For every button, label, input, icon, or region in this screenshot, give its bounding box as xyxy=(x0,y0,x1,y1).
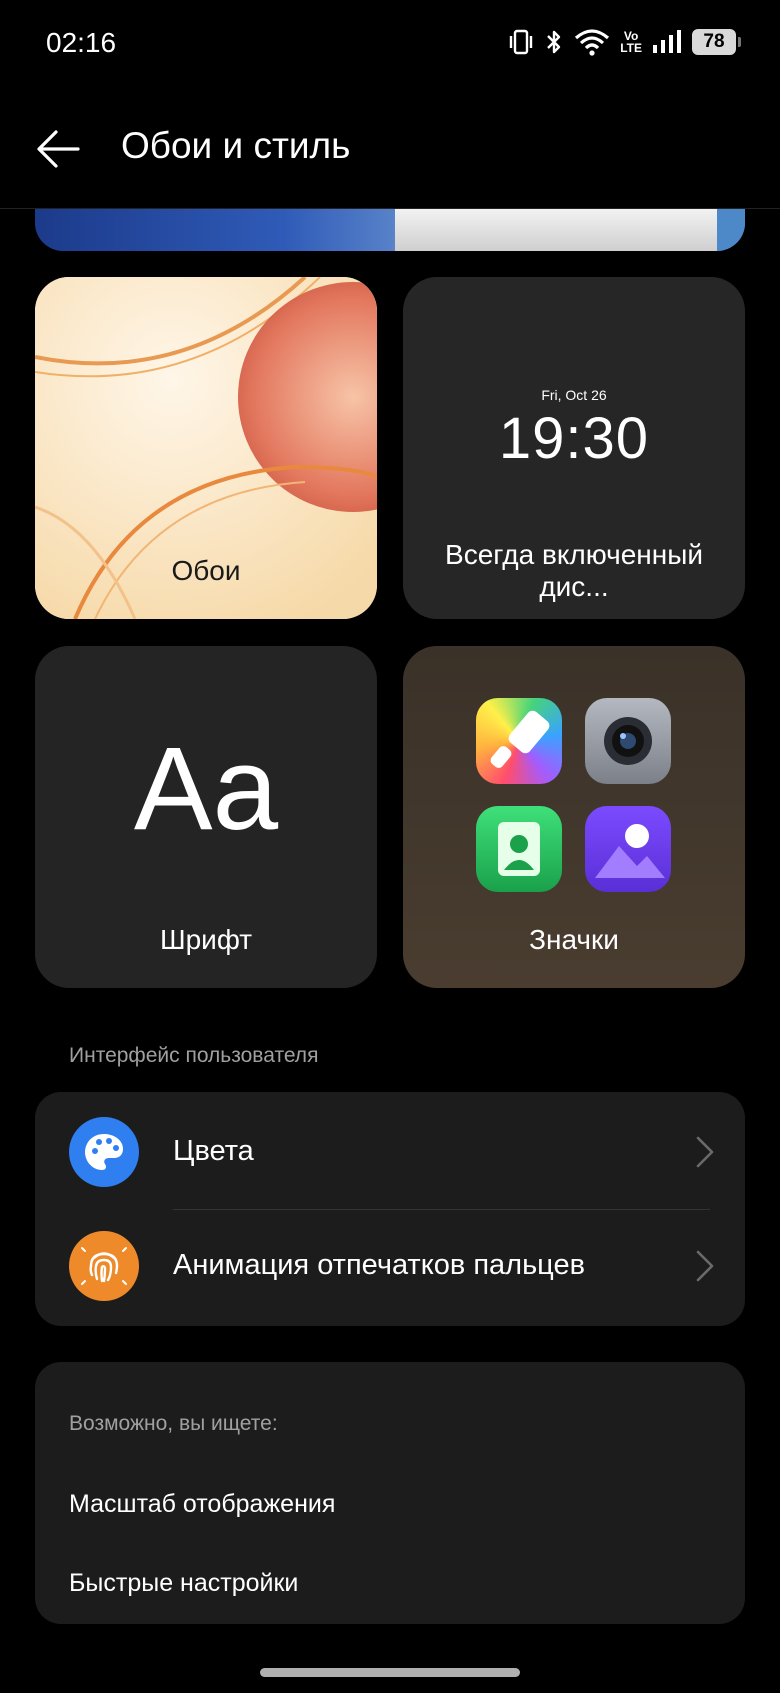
icons-tile[interactable]: Значки xyxy=(403,646,745,988)
gallery-app-icon xyxy=(585,806,671,892)
aod-label: Всегда включенный дис... xyxy=(445,539,703,602)
wallpaper-label: Обои xyxy=(171,555,241,586)
fingerprint-icon xyxy=(69,1231,139,1301)
signal-icon xyxy=(653,30,681,53)
page-title: Обои и стиль xyxy=(121,125,351,166)
chevron-right-icon xyxy=(696,1136,714,1168)
fingerprint-animation-label: Анимация отпечатков пальцев xyxy=(173,1249,586,1281)
font-sample: Aa xyxy=(133,723,279,855)
bluetooth-icon xyxy=(547,30,561,54)
palette-icon xyxy=(69,1117,139,1187)
ui-settings-card: Цвета Анимация отпечатков пальцев xyxy=(35,1092,745,1326)
theme-banner[interactable] xyxy=(35,209,745,251)
wallpaper-tile[interactable]: Обои xyxy=(35,277,377,619)
colors-label: Цвета xyxy=(173,1135,254,1167)
theme-banner-segment xyxy=(395,209,717,251)
status-icons: Vo LTE 78 xyxy=(508,28,741,56)
always-on-display-tile[interactable]: Fri, Oct 26 19:30 Всегда включенный дис.… xyxy=(403,277,745,619)
colors-row[interactable]: Цвета xyxy=(35,1095,745,1209)
home-indicator[interactable] xyxy=(260,1668,520,1677)
contacts-app-icon xyxy=(476,806,562,892)
suggestions-card: Возможно, вы ищете: Масштаб отображения … xyxy=(35,1362,745,1624)
app-bar: Обои и стиль xyxy=(0,90,780,209)
vibrate-icon xyxy=(510,29,533,55)
suggestion-display-scale[interactable]: Масштаб отображения xyxy=(69,1490,335,1519)
fingerprint-animation-row[interactable]: Анимация отпечатков пальцев xyxy=(35,1209,745,1323)
section-header-ui: Интерфейс пользователя xyxy=(69,1044,319,1067)
aod-clock: 19:30 xyxy=(498,406,650,471)
battery-icon: 78 xyxy=(692,29,741,55)
suggestion-quick-settings[interactable]: Быстрые настройки xyxy=(69,1569,298,1598)
font-tile[interactable]: Aa Шрифт xyxy=(35,646,377,988)
arrow-left-icon[interactable] xyxy=(34,124,84,174)
icons-label: Значки xyxy=(529,924,619,955)
aod-date: Fri, Oct 26 xyxy=(541,387,607,403)
paint-brush-app-icon xyxy=(476,698,562,784)
status-bar: 02:16 Vo LTE 78 xyxy=(0,0,780,90)
font-label: Шрифт xyxy=(159,924,253,955)
suggestions-title: Возможно, вы ищете: xyxy=(69,1412,278,1435)
theme-banner-segment xyxy=(717,209,745,251)
volte-icon: Vo LTE xyxy=(620,30,642,54)
status-time: 02:16 xyxy=(46,27,117,58)
chevron-right-icon xyxy=(696,1250,714,1282)
wifi-icon xyxy=(575,29,610,56)
volte-bottom-text: LTE xyxy=(620,41,642,55)
camera-app-icon xyxy=(585,698,671,784)
